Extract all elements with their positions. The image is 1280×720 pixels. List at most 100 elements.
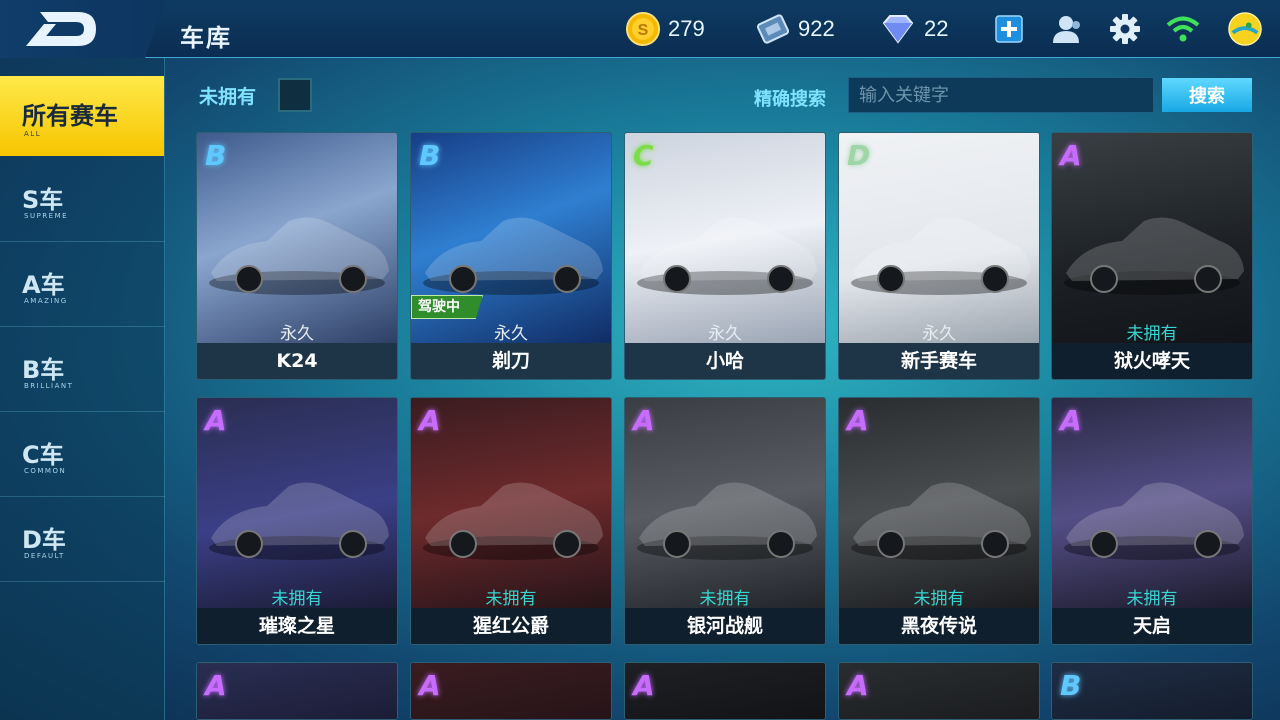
car-card[interactable]: A 未拥有 狱火哮天 xyxy=(1051,132,1253,380)
avatar[interactable] xyxy=(1228,12,1262,46)
car-ownership-status: 未拥有 xyxy=(913,589,965,609)
car-image xyxy=(197,133,397,343)
car-ownership-status: 未拥有 xyxy=(485,589,537,609)
driving-badge: 驾驶中 xyxy=(411,295,483,319)
exact-search-label: 精确搜索 xyxy=(754,89,826,110)
car-card[interactable]: C 永久 小哈 xyxy=(624,132,826,380)
car-card[interactable]: A 未拥有 黑夜传说 xyxy=(838,397,1040,645)
car-silhouette-icon xyxy=(1064,217,1244,295)
car-silhouette-icon xyxy=(423,482,603,560)
car-name: 狱火哮天 xyxy=(1052,343,1252,379)
logo-icon xyxy=(26,12,96,46)
car-card[interactable]: A xyxy=(410,662,612,720)
car-image xyxy=(1052,663,1252,719)
car-card[interactable]: A xyxy=(838,662,1040,720)
car-card[interactable]: B xyxy=(1051,662,1253,720)
car-silhouette-icon xyxy=(637,217,817,295)
car-image xyxy=(197,663,397,719)
sidebar-item-sublabel: BRILLIANT xyxy=(24,382,74,390)
car-image xyxy=(625,398,825,608)
car-image xyxy=(1052,398,1252,608)
car-image xyxy=(411,398,611,608)
car-grade-badge: A xyxy=(1060,139,1082,172)
sidebar-item-c-class[interactable]: C车 COMMON xyxy=(0,413,165,497)
car-card[interactable]: A 未拥有 璀璨之星 xyxy=(196,397,398,645)
car-image xyxy=(625,663,825,719)
top-bar: 车库 S 279 922 22 xyxy=(0,0,1280,58)
car-ownership-status: 未拥有 xyxy=(1126,324,1178,344)
car-card[interactable]: D 永久 新手赛车 xyxy=(838,132,1040,380)
car-card[interactable]: A 未拥有 天启 xyxy=(1051,397,1253,645)
ticket-currency: 922 xyxy=(756,12,835,46)
settings-button[interactable] xyxy=(1108,12,1142,46)
car-name: 黑夜传说 xyxy=(839,608,1039,644)
wifi-status xyxy=(1166,12,1200,46)
gem-amount: 22 xyxy=(924,16,949,41)
page-title: 车库 xyxy=(180,24,232,52)
wifi-icon xyxy=(1166,16,1200,42)
sidebar-item-d-class[interactable]: D车 DEFAULT xyxy=(0,498,165,582)
car-grade-badge: B xyxy=(1060,669,1082,702)
car-ownership-status: 未拥有 xyxy=(271,589,323,609)
car-card[interactable]: B 驾驶中 永久 剃刀 xyxy=(410,132,612,380)
search-input[interactable] xyxy=(848,77,1154,113)
sidebar-item-label: D车 xyxy=(22,526,66,554)
category-sidebar: 所有赛车 ALL S车 SUPREME A车 AMAZING B车 BRILLI… xyxy=(0,58,165,720)
gold-currency: S 279 xyxy=(626,12,705,46)
car-name: 银河战舰 xyxy=(625,608,825,644)
car-grade-badge: A xyxy=(419,669,441,702)
avatar-icon xyxy=(1228,12,1262,46)
sidebar-item-b-class[interactable]: B车 BRILLIANT xyxy=(0,328,165,412)
gear-icon xyxy=(1110,14,1140,44)
car-image xyxy=(839,398,1039,608)
unowned-filter-checkbox[interactable] xyxy=(278,78,312,112)
gold-amount: 279 xyxy=(668,16,705,41)
car-ownership-status: 永久 xyxy=(708,324,742,344)
car-grade-badge: A xyxy=(1060,404,1082,437)
sidebar-item-label: 所有赛车 xyxy=(22,102,118,130)
car-name: 小哈 xyxy=(625,343,825,379)
car-ownership-status: 永久 xyxy=(280,324,314,344)
car-name: 猩红公爵 xyxy=(411,608,611,644)
car-grade-badge: A xyxy=(847,404,869,437)
sidebar-item-sublabel: AMAZING xyxy=(24,297,68,305)
game-logo[interactable] xyxy=(0,0,165,58)
car-image xyxy=(411,663,611,719)
plus-icon xyxy=(995,15,1023,43)
car-silhouette-icon xyxy=(209,217,389,295)
car-silhouette-icon xyxy=(209,482,389,560)
sidebar-item-a-class[interactable]: A车 AMAZING xyxy=(0,243,165,327)
friends-icon xyxy=(1053,16,1080,43)
car-grade-badge: C xyxy=(633,139,654,172)
car-card[interactable]: A 未拥有 银河战舰 xyxy=(624,397,826,645)
sidebar-item-s-class[interactable]: S车 SUPREME xyxy=(0,158,165,242)
gold-coin-icon: S xyxy=(626,12,660,46)
car-grade-badge: A xyxy=(205,669,227,702)
search-button[interactable]: 搜索 xyxy=(1162,78,1252,112)
add-currency-button[interactable] xyxy=(992,12,1026,46)
car-grade-badge: A xyxy=(633,404,655,437)
car-silhouette-icon xyxy=(637,482,817,560)
car-grade-badge: A xyxy=(205,404,227,437)
sidebar-item-label: C车 xyxy=(22,441,64,469)
sidebar-item-sublabel: SUPREME xyxy=(24,212,69,220)
car-card[interactable]: B 永久 K24 xyxy=(196,132,398,380)
sidebar-item-label: A车 xyxy=(22,271,65,299)
svg-text:S: S xyxy=(638,22,649,39)
ticket-amount: 922 xyxy=(798,16,835,41)
car-card[interactable]: A xyxy=(624,662,826,720)
friends-button[interactable] xyxy=(1050,12,1084,46)
car-grade-badge: B xyxy=(205,139,227,172)
car-silhouette-icon xyxy=(1064,482,1244,560)
car-card[interactable]: A 未拥有 猩红公爵 xyxy=(410,397,612,645)
sidebar-item-all[interactable]: 所有赛车 ALL xyxy=(0,76,164,156)
car-grade-badge: B xyxy=(419,139,441,172)
car-silhouette-icon xyxy=(851,482,1031,560)
sidebar-item-sublabel: COMMON xyxy=(24,467,67,475)
car-card[interactable]: A xyxy=(196,662,398,720)
sidebar-item-sublabel: ALL xyxy=(24,130,42,138)
car-grade-badge: A xyxy=(419,404,441,437)
car-name: 剃刀 xyxy=(411,343,611,379)
sidebar-item-sublabel: DEFAULT xyxy=(24,552,65,560)
diamond-icon xyxy=(882,15,914,44)
